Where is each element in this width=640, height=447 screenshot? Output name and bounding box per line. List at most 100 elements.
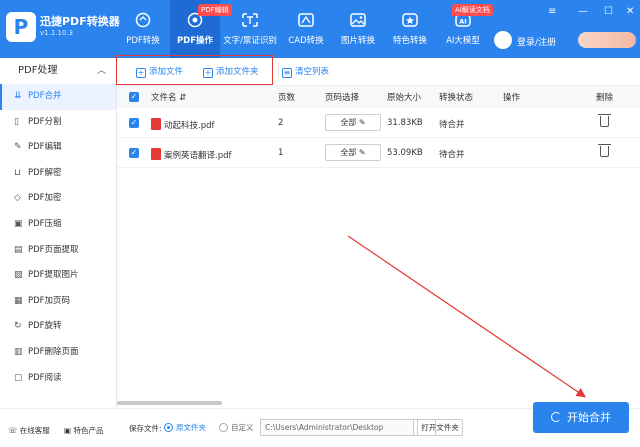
- table-row[interactable]: ✓ 动起科技.pdf 2 全部 ✎ 31.83KB 待合并: [117, 108, 640, 138]
- maximize-icon[interactable]: ☐: [604, 6, 613, 17]
- clear-list-button[interactable]: ≡ 清空列表: [282, 65, 329, 78]
- clear-list-icon: ≡: [282, 68, 292, 78]
- extract-image-icon: ▨: [14, 270, 23, 281]
- avatar[interactable]: [494, 31, 512, 49]
- merge-icon: ⇊: [14, 91, 22, 101]
- menu-icon[interactable]: ≡: [548, 6, 556, 17]
- sidebar-item-extract-image[interactable]: ▨ PDF提取图片: [0, 263, 116, 289]
- sidebar-item-label: PDF删除页面: [28, 346, 79, 357]
- sidebar-item-extract-page[interactable]: ▤ PDF页面提取: [0, 238, 116, 264]
- trash-icon[interactable]: [598, 114, 611, 127]
- extract-page-icon: ▤: [14, 244, 23, 255]
- start-merge-button[interactable]: 开始合并: [533, 402, 629, 433]
- sidebar-item-compress[interactable]: ▣ PDF压缩: [0, 212, 116, 238]
- nav-image-convert[interactable]: 图片转换: [334, 0, 382, 58]
- sidebar-item-label: PDF加密: [28, 193, 62, 204]
- horizontal-scrollbar[interactable]: [117, 401, 222, 405]
- header-filename[interactable]: 文件名 ⇵: [151, 91, 186, 103]
- convert-status: 待合并: [439, 150, 465, 160]
- app-name: 迅捷PDF转换器: [40, 15, 120, 28]
- start-merge-label: 开始合并: [567, 411, 611, 424]
- edit-icon: ✎: [358, 148, 366, 157]
- compress-icon: ▣: [14, 218, 23, 229]
- ai-badge: AI解读文档: [452, 4, 493, 16]
- custom-folder-radio[interactable]: 自定义: [219, 422, 254, 433]
- nav-label: AI大模型: [446, 36, 480, 46]
- pdf-file-icon: [151, 118, 161, 130]
- refresh-icon: [551, 412, 561, 422]
- header-pages: 页数: [278, 93, 296, 103]
- sidebar-item-label: PDF阅读: [28, 372, 62, 383]
- chevron-up-icon: ︿: [96, 66, 106, 76]
- headset-icon: ☏: [8, 426, 18, 435]
- nav-pdf-convert[interactable]: PDF转换: [120, 0, 166, 58]
- open-folder-button[interactable]: 打开文件夹: [417, 419, 463, 436]
- nav-text-recognition[interactable]: 文字/票证识别: [222, 0, 278, 58]
- row-checkbox[interactable]: ✓: [129, 148, 139, 158]
- online-service-link[interactable]: ☏ 在线客服: [8, 425, 50, 436]
- sort-icon: ⇵: [179, 93, 187, 103]
- scan-text-icon: [242, 13, 258, 27]
- nav-label: PDF操作: [176, 36, 214, 46]
- sidebar-item-page-number[interactable]: ▦ PDF加页码: [0, 289, 116, 315]
- sidebar-item-encrypt[interactable]: ◇ PDF加密: [0, 186, 116, 212]
- page-select-button[interactable]: 全部 ✎: [325, 114, 381, 131]
- page-select-label: 全部: [340, 148, 357, 157]
- file-name: 案例英语翻译.pdf: [164, 151, 232, 161]
- sidebar-item-decrypt[interactable]: ⊔ PDF解密: [0, 161, 116, 187]
- sidebar-footer: ☏ 在线客服 ▣ 特色产品: [0, 408, 117, 447]
- read-icon: ▢: [14, 372, 23, 383]
- source-folder-radio[interactable]: 原文件夹: [164, 422, 206, 433]
- nav-label: 图片转换: [340, 36, 375, 46]
- nav-cad-convert[interactable]: CAD转换: [284, 0, 328, 58]
- sidebar-item-split[interactable]: ▯ PDF分割: [0, 110, 116, 136]
- sidebar-item-label: PDF分割: [28, 116, 62, 127]
- save-label: 保存文件:: [129, 424, 162, 433]
- svg-text:AI: AI: [459, 18, 466, 26]
- clear-list-label: 清空列表: [295, 67, 330, 77]
- sidebar-title: PDF处理: [18, 65, 58, 76]
- promo-pill[interactable]: [578, 32, 636, 48]
- sidebar-item-label: PDF提取图片: [28, 270, 79, 281]
- output-path-input[interactable]: C:\Users\Administrator\Desktop: [260, 419, 414, 436]
- file-size: 31.83KB: [387, 118, 423, 128]
- trash-icon[interactable]: [598, 144, 611, 157]
- top-bar: P 迅捷PDF转换器 v1.1.10.3 PDF转换 PDF操作 PDF编辑 文…: [0, 0, 640, 58]
- nav-label: 特色转换: [392, 36, 427, 46]
- table-row[interactable]: ✓ 案例英语翻译.pdf 1 全部 ✎ 53.09KB 待合并: [117, 138, 640, 168]
- edit-icon: ✎: [358, 118, 366, 127]
- header-page-select: 页码选择: [325, 93, 360, 103]
- sidebar-item-edit[interactable]: ✎ PDF编辑: [0, 135, 116, 161]
- sidebar-item-label: PDF旋转: [28, 321, 62, 332]
- featured-products-link[interactable]: ▣ 特色产品: [64, 425, 103, 436]
- pdf-file-icon: [151, 148, 161, 160]
- gift-icon: ▣: [64, 426, 72, 435]
- sidebar-item-rotate[interactable]: ↻ PDF旋转: [0, 314, 116, 340]
- nav-special-convert[interactable]: 特色转换: [386, 0, 434, 58]
- page-select-button[interactable]: 全部 ✎: [325, 144, 381, 161]
- sidebar-section-header[interactable]: PDF处理 ︿: [0, 58, 116, 84]
- sidebar-item-merge[interactable]: ⇊ PDF合并: [0, 84, 116, 110]
- header-action: 操作: [503, 93, 521, 103]
- close-icon[interactable]: ✕: [626, 6, 634, 17]
- sidebar-item-label: PDF解密: [28, 167, 62, 178]
- login-link[interactable]: 登录/注册: [517, 35, 556, 48]
- header-status: 转换状态: [439, 93, 474, 103]
- header-filename-label: 文件名: [151, 93, 177, 103]
- radio-unselected-icon: [219, 423, 228, 432]
- row-checkbox[interactable]: ✓: [129, 118, 139, 128]
- header-delete: 删除: [596, 93, 614, 103]
- image-icon: [350, 13, 366, 27]
- select-all-checkbox[interactable]: ✓: [129, 92, 139, 102]
- file-name: 动起科技.pdf: [164, 121, 215, 131]
- convert-status: 待合并: [439, 120, 465, 130]
- sidebar-item-read[interactable]: ▢ PDF阅读: [0, 366, 116, 392]
- highlight-box: [116, 55, 273, 85]
- minimize-icon[interactable]: —: [578, 6, 588, 17]
- source-folder-label: 原文件夹: [176, 423, 206, 432]
- radio-selected-icon: [164, 423, 173, 432]
- sidebar-item-label: PDF加页码: [28, 295, 71, 306]
- edit-icon: ✎: [14, 142, 22, 153]
- sidebar-item-delete-page[interactable]: ▥ PDF删除页面: [0, 340, 116, 366]
- shield-icon: ◇: [14, 193, 21, 204]
